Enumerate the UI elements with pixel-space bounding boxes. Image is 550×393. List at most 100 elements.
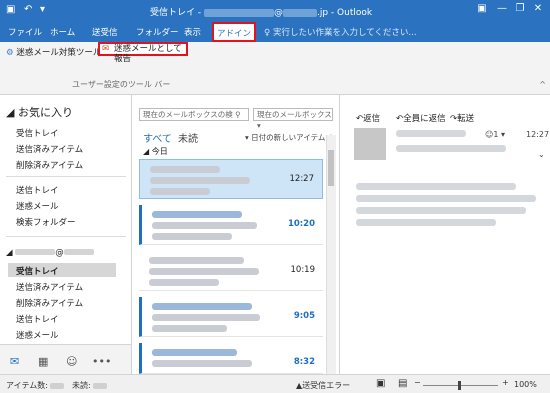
folder-inbox[interactable]: 受信トレイ	[16, 265, 59, 277]
unread-count-label: 未読:	[72, 381, 91, 390]
filter-all[interactable]: すべて	[143, 130, 172, 145]
folder-outbox-account[interactable]: 送信トレイ	[16, 313, 59, 325]
folder-deleted[interactable]: 削除済みアイテム	[16, 297, 83, 309]
redacted-address	[396, 145, 506, 152]
favorites-header[interactable]: ◢ お気に入り	[6, 104, 73, 120]
title-bar: ▣ ↶ ▾ 受信トレイ - @ .jp - Outlook ▣ — ❐ ✕	[0, 0, 550, 22]
tab-view[interactable]: 表示	[184, 26, 201, 38]
minimize-button[interactable]: —	[494, 3, 510, 17]
message-item[interactable]: 10:19	[139, 251, 323, 291]
search-scope-label: 現在のメールボックス	[257, 110, 332, 119]
send-receive-error-label: 送受信エラー	[302, 381, 351, 390]
ribbon-group-label: ユーザー設定のツール バー	[72, 80, 171, 89]
redacted-preview	[152, 233, 232, 240]
folder-junk-account[interactable]: 迷惑メール	[16, 329, 59, 341]
sort-label: 日付の新しいアイテム ↓	[251, 133, 335, 142]
tab-folder[interactable]: フォルダー	[136, 26, 179, 38]
message-item[interactable]: 10:20	[139, 205, 323, 245]
message-time: 10:20	[287, 219, 315, 229]
navigation-bar: ✉ ▦ ☺ •••	[0, 344, 132, 374]
window-title: 受信トレイ - @ .jp - Outlook	[150, 5, 372, 18]
folder-sent-fav[interactable]: 送信済みアイテム	[16, 143, 83, 155]
normal-view-icon[interactable]: ▣	[376, 378, 385, 389]
reading-pane: ↶返信 ↶全員に返信 ↷転送 ☺1 ▾ 12:27 ⌄	[339, 95, 550, 374]
mail-icon[interactable]: ✉	[10, 355, 19, 368]
restore-button[interactable]: ❐	[512, 3, 528, 17]
people-count[interactable]: ☺1 ▾	[485, 130, 505, 139]
folder-deleted-fav[interactable]: 削除済みアイテム	[16, 159, 83, 171]
divider	[6, 236, 126, 237]
junk-tools-icon: ⚙	[6, 48, 14, 58]
reply-button[interactable]: ↶返信	[356, 112, 380, 124]
message-item[interactable]: 8:32	[139, 343, 323, 374]
search-input[interactable]: 現在のメールボックスの検 ⚲	[139, 108, 249, 121]
window-title-at: @	[273, 8, 283, 18]
message-item[interactable]: 12:27	[139, 159, 323, 199]
divider	[6, 176, 126, 177]
redacted-body	[356, 183, 516, 190]
message-item[interactable]: 9:05	[139, 297, 323, 337]
zoom-level[interactable]: 100%	[514, 380, 537, 389]
junk-tools-dropdown[interactable]: ⚙ 迷惑メール対策ツール ▾	[6, 46, 108, 58]
redacted-body	[356, 195, 536, 202]
window-title-prefix: 受信トレイ -	[150, 8, 204, 18]
expand-header-icon[interactable]: ⌄	[538, 150, 545, 159]
redacted-body	[356, 207, 526, 214]
redacted-count	[92, 382, 107, 389]
filter-unread[interactable]: 未読	[178, 130, 198, 145]
people-count-value: 1	[493, 130, 499, 139]
message-time: 12:27	[526, 130, 550, 139]
redacted-sender	[396, 130, 466, 137]
folder-outbox[interactable]: 送信トレイ	[16, 184, 59, 196]
send-receive-error[interactable]: ▲送受信エラー	[296, 380, 350, 391]
undo-icon[interactable]: ↶	[24, 4, 32, 15]
ribbon-display-options-button[interactable]: ▣	[474, 3, 490, 17]
folder-search[interactable]: 検索フォルダー	[16, 216, 76, 228]
quick-access-dropdown-icon[interactable]: ▾	[40, 4, 45, 15]
redacted-account	[15, 249, 56, 255]
favorites-label: お気に入り	[17, 106, 73, 119]
avatar	[354, 128, 386, 160]
folder-inbox-fav[interactable]: 受信トレイ	[16, 127, 59, 139]
ribbon-collapse-icon[interactable]: ^	[539, 80, 546, 89]
calendar-icon[interactable]: ▦	[38, 355, 48, 368]
sort-dropdown[interactable]: ▾ 日付の新しいアイテム ↓	[245, 132, 334, 143]
search-icon: ⚲	[235, 110, 241, 119]
tell-me-placeholder: 実行したい作業を入力してください...	[272, 28, 417, 38]
folder-junk[interactable]: 迷惑メール	[16, 200, 59, 212]
group-today-label: 今日	[151, 147, 168, 156]
report-junk-button[interactable]: ✉ 迷惑メールとして報告	[98, 42, 188, 64]
forward-button[interactable]: ↷転送	[450, 112, 474, 124]
zoom-in-icon[interactable]: +	[502, 378, 509, 387]
message-time: 9:05	[293, 311, 315, 321]
account-header[interactable]: ◢ @	[6, 248, 94, 258]
more-icon[interactable]: •••	[92, 355, 111, 368]
redacted-body	[356, 219, 496, 226]
tab-addins[interactable]: アドイン	[212, 22, 256, 42]
redacted-domain	[63, 249, 94, 255]
item-count: アイテム数:	[6, 380, 64, 391]
tab-file[interactable]: ファイル	[8, 26, 42, 38]
redacted-sender	[152, 303, 252, 310]
tab-home[interactable]: ホーム	[50, 26, 75, 38]
folder-sent[interactable]: 送信済みアイテム	[16, 281, 83, 293]
zoom-slider-thumb[interactable]	[458, 381, 461, 390]
reply-all-label: 全員に返信	[403, 114, 446, 124]
group-header-today[interactable]: ◢ 今日	[143, 146, 168, 157]
redacted-sender	[150, 166, 220, 173]
people-icon[interactable]: ☺	[66, 355, 77, 368]
redacted-preview	[149, 279, 219, 286]
chevron-down-icon: ▾	[245, 133, 249, 142]
redacted-subject	[152, 222, 257, 229]
tell-me-box[interactable]: ♀ 実行したい作業を入力してください...	[264, 26, 417, 38]
close-button[interactable]: ✕	[530, 3, 546, 17]
search-scope-dropdown[interactable]: 現在のメールボックス ▾	[253, 108, 333, 130]
forward-label: 転送	[457, 114, 475, 124]
reading-view-icon[interactable]: ▤	[398, 378, 407, 389]
zoom-out-icon[interactable]: −	[414, 378, 421, 387]
redacted-count	[49, 382, 64, 389]
scrollbar-thumb[interactable]	[328, 150, 334, 186]
tab-send-receive[interactable]: 送受信	[92, 26, 118, 38]
reply-all-button[interactable]: ↶全員に返信	[396, 112, 446, 124]
save-icon[interactable]: ▣	[6, 4, 15, 15]
